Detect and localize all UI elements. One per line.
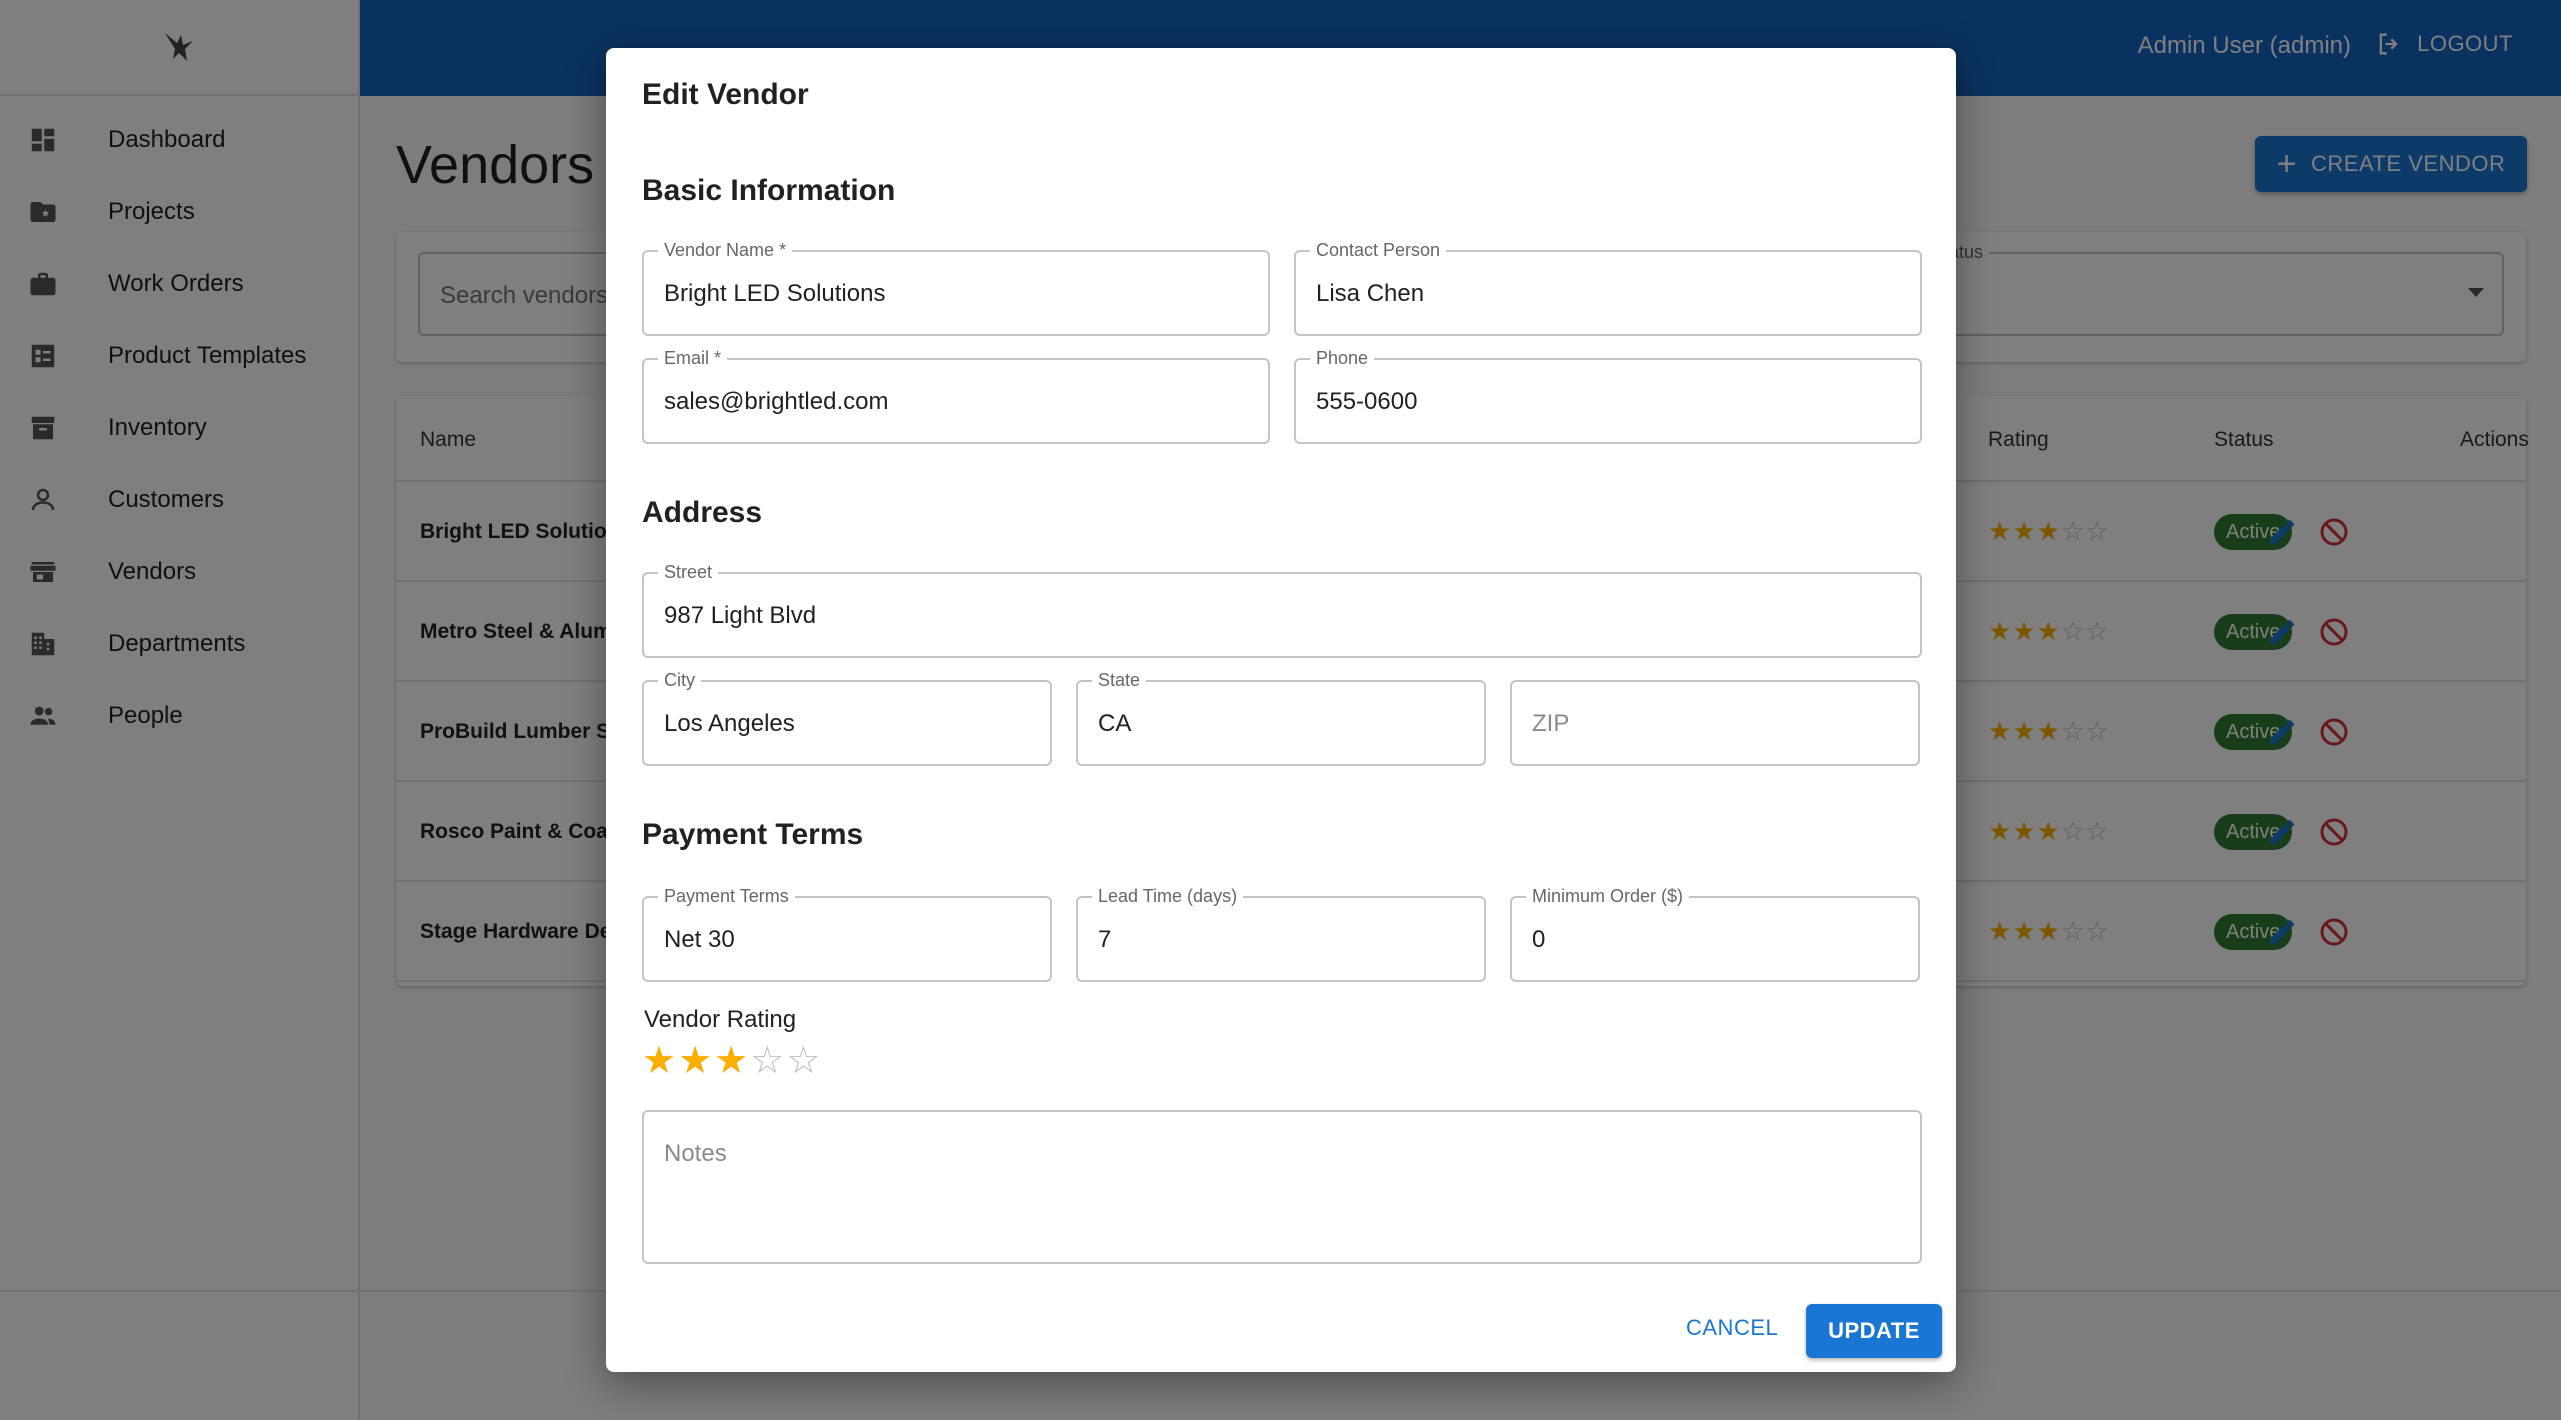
star-filled-icon[interactable]: ★ (714, 1040, 750, 1082)
contact-person-value: Lisa Chen (1316, 280, 1425, 307)
edit-vendor-dialog: Edit Vendor Basic Information Vendor Nam… (606, 48, 1956, 1372)
minimum-order-label: Minimum Order ($) (1526, 886, 1690, 907)
lead-time-label: Lead Time (days) (1092, 886, 1244, 907)
email-field[interactable]: Email * sales@brightled.com (642, 348, 1270, 444)
zip-placeholder: ZIP (1532, 710, 1570, 737)
notes-placeholder: Notes (664, 1140, 727, 1167)
star-filled-icon[interactable]: ★ (642, 1040, 678, 1082)
contact-person-field[interactable]: Contact Person Lisa Chen (1294, 240, 1922, 336)
city-field[interactable]: City Los Angeles (642, 670, 1052, 766)
lead-time-value: 7 (1098, 926, 1112, 953)
street-field[interactable]: Street 987 Light Blvd (642, 562, 1922, 658)
city-value: Los Angeles (664, 710, 795, 737)
state-field[interactable]: State CA (1076, 670, 1486, 766)
phone-value: 555-0600 (1316, 388, 1418, 415)
vendor-name-value: Bright LED Solutions (664, 280, 886, 307)
lead-time-field[interactable]: Lead Time (days) 7 (1076, 886, 1486, 982)
email-value: sales@brightled.com (664, 388, 889, 415)
section-address: Address (642, 496, 763, 529)
minimum-order-field[interactable]: Minimum Order ($) 0 (1510, 886, 1920, 982)
street-label: Street (658, 562, 719, 583)
vendor-name-field[interactable]: Vendor Name * Bright LED Solutions (642, 240, 1270, 336)
phone-label: Phone (1310, 348, 1375, 369)
update-button[interactable]: UPDATE (1806, 1304, 1942, 1358)
vendor-rating-input[interactable]: ★★★☆☆ (642, 1038, 822, 1083)
section-basic-information: Basic Information (642, 174, 896, 207)
star-empty-icon[interactable]: ☆ (750, 1040, 786, 1082)
dialog-title: Edit Vendor (642, 78, 809, 111)
contact-person-label: Contact Person (1310, 240, 1447, 261)
star-filled-icon[interactable]: ★ (678, 1040, 714, 1082)
minimum-order-value: 0 (1532, 926, 1546, 953)
star-empty-icon[interactable]: ☆ (786, 1040, 822, 1082)
payment-terms-value: Net 30 (664, 926, 735, 953)
vendor-rating-label: Vendor Rating (644, 1006, 797, 1033)
vendor-name-label: Vendor Name * (658, 240, 793, 261)
payment-terms-field[interactable]: Payment Terms Net 30 (642, 886, 1052, 982)
phone-field[interactable]: Phone 555-0600 (1294, 348, 1922, 444)
state-value: CA (1098, 710, 1132, 737)
street-value: 987 Light Blvd (664, 602, 817, 629)
notes-field[interactable]: Notes (642, 1110, 1922, 1264)
city-label: City (658, 670, 701, 691)
email-label: Email * (658, 348, 728, 369)
section-payment-terms: Payment Terms (642, 818, 864, 851)
cancel-button[interactable]: CANCEL (1686, 1304, 1778, 1352)
payment-terms-label: Payment Terms (658, 886, 795, 907)
zip-field[interactable]: ZIP (1510, 680, 1920, 766)
state-label: State (1092, 670, 1147, 691)
